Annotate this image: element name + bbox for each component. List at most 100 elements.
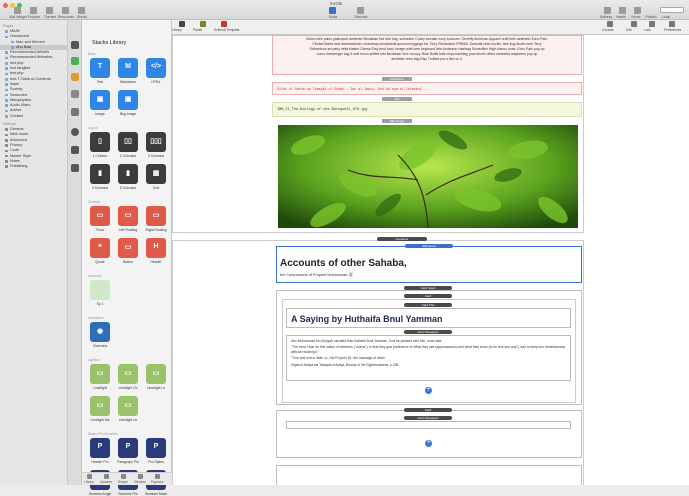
image-label: Bkg Image: [382, 119, 412, 123]
favorites-star-icon[interactable]: [71, 73, 79, 81]
plugins-category-icon[interactable]: [71, 57, 79, 65]
publish-button[interactable]: [660, 7, 684, 13]
stack-tile-limelight[interactable]: ▭: [90, 364, 110, 384]
markdown2-label: Markdown: [405, 244, 453, 248]
stack-tile-limelight-ov[interactable]: ▭: [118, 364, 138, 384]
page-label: Advice: [10, 108, 22, 113]
text-block[interactable]: IBN_Z1_The-Biology-of-the-Baroque21_S78.…: [272, 102, 582, 117]
address-icon[interactable]: [604, 7, 611, 14]
container-label: Container: [377, 237, 427, 241]
library-tab-icon[interactable]: [87, 474, 92, 479]
library-icon[interactable]: [179, 21, 185, 27]
card-title: A Saying by Huthaifa Bnul Yamman: [291, 314, 443, 324]
stack-tile-html[interactable]: </>: [146, 58, 166, 78]
setting-icon: [5, 149, 8, 153]
updates-tab-icon[interactable]: [104, 474, 109, 479]
console-icon[interactable]: [607, 21, 613, 27]
stack-tile-bkg-image[interactable]: ▣: [118, 90, 138, 110]
recent-category-icon[interactable]: [71, 108, 79, 116]
home-icon[interactable]: [634, 7, 641, 14]
stacks-category-icon[interactable]: [71, 41, 79, 49]
star-icon[interactable]: [71, 146, 79, 154]
stack-tile-2-columns[interactable]: ▯▯: [118, 132, 138, 152]
stacks-icon[interactable]: [78, 7, 85, 14]
folder-icon[interactable]: [71, 164, 79, 172]
stack-tile-limelight-lo[interactable]: ▭: [146, 364, 166, 384]
window-tab[interactable]: Window: [133, 480, 147, 484]
updates-tab[interactable]: Updates: [99, 480, 113, 484]
stack-tile-label: 5 Columns: [119, 186, 137, 190]
page-label: test-T-Table-of-Contents: [10, 76, 51, 81]
stack-tile-label: Float: [96, 228, 104, 232]
stack-tile-overview[interactable]: ◉: [90, 322, 110, 342]
simple-tab-icon[interactable]: [121, 474, 126, 479]
stack-tile-glyph-icon: ▭: [124, 370, 132, 377]
stack-tile-markdown[interactable]: M: [118, 58, 138, 78]
heart-icon[interactable]: [71, 128, 79, 136]
add-item-button-2[interactable]: +: [425, 440, 432, 447]
templates-category-icon[interactable]: [71, 90, 79, 98]
simple-tab[interactable]: Simple: [116, 480, 130, 484]
stack-tile-label: Sections Mask: [144, 492, 168, 496]
card-paragraph2-block[interactable]: [286, 421, 571, 429]
stack-tile-glyph-icon: P: [125, 443, 131, 450]
library-tab[interactable]: Library: [82, 480, 96, 484]
mode-icon[interactable]: [329, 7, 336, 14]
leaf-background-image[interactable]: [278, 125, 578, 228]
simulate-icon[interactable]: [357, 7, 364, 14]
preferences-icon[interactable]: [669, 21, 675, 27]
page-icon: [11, 46, 14, 49]
section-subheading: the Companions of Prophet Muhammad ﷺ: [280, 273, 353, 277]
projects-icon[interactable]: [30, 7, 37, 14]
stack-tile-text[interactable]: T: [90, 58, 110, 78]
stack-tile-grid[interactable]: ▦: [146, 164, 166, 184]
sidebar-page-contact[interactable]: Contact: [0, 114, 67, 119]
lock-icon[interactable]: [649, 21, 655, 27]
partial-icon[interactable]: [200, 21, 206, 27]
stack-tile-float[interactable]: ▭: [90, 206, 110, 226]
edit-icon[interactable]: [631, 21, 637, 27]
stack-tile-label: Limelight Me: [90, 418, 110, 422]
stack-tile-header-pro[interactable]: P: [90, 438, 110, 458]
external-template-icon[interactable]: [221, 21, 227, 27]
stack-tile-quote[interactable]: ❝: [90, 238, 110, 258]
lorem-text-block[interactable]: Gluten-free paleo gastropub authentic fl…: [272, 35, 582, 75]
stack-tile-header[interactable]: H: [146, 238, 166, 258]
stack-tile-limelight-me[interactable]: ▭: [90, 396, 110, 416]
stack-tile-1-column[interactable]: ▯: [90, 132, 110, 152]
card-paragraph-block[interactable]: Abu Muhammad bin Moyyah narrated that Hu…: [286, 335, 571, 381]
stack-tile-left-floating[interactable]: ▭: [118, 206, 138, 226]
setting-label: Publishing: [10, 164, 28, 169]
stack-tile-right-floating[interactable]: ▭: [146, 206, 166, 226]
heading-markdown-block[interactable]: Markdown Accounts of other Sahaba, the C…: [276, 244, 582, 283]
add-item-button[interactable]: +: [425, 387, 432, 394]
window-tab-icon[interactable]: [138, 474, 143, 479]
page-icon: [11, 40, 14, 44]
stack-tile-sy-2[interactable]: ◌: [90, 280, 110, 300]
stack-tile-pro-styles[interactable]: P: [146, 438, 166, 458]
library-section-animations: Animations: [88, 316, 104, 320]
populars-tab-icon[interactable]: [155, 474, 160, 479]
stack-tile-button[interactable]: ▭: [118, 238, 138, 258]
close-window-button[interactable]: [3, 3, 8, 8]
stack-tile-glyph-icon: ▭: [96, 370, 104, 377]
markdown-block[interactable]: Ṣifāt-ul Ṣafwa wa Ṭabaqāt-ul Ruwāṭ — Ibn…: [272, 82, 582, 95]
populars-tab[interactable]: Populars: [150, 480, 164, 484]
health-icon[interactable]: [619, 7, 626, 14]
stack-tile-image[interactable]: ▣: [90, 90, 110, 110]
add-widget-icon[interactable]: [14, 7, 21, 14]
page-label: Recommended Articles: [10, 50, 50, 55]
card-title-label: Card Title: [404, 303, 452, 307]
stack-tile-3-columns[interactable]: ▯▯▯: [146, 132, 166, 152]
stack-tile-4-columns[interactable]: ▮: [90, 164, 110, 184]
page-icon: [5, 72, 8, 76]
page-icon: [5, 88, 8, 92]
stack-tile-paragraph-pro[interactable]: P: [118, 438, 138, 458]
stack-tile-limelight-vo[interactable]: ▭: [118, 396, 138, 416]
card-title-block[interactable]: A Saying by Huthaifa Bnul Yamman: [286, 308, 571, 328]
themes-icon[interactable]: [46, 7, 53, 14]
card-3[interactable]: [276, 465, 582, 485]
stack-tile-5-columns[interactable]: ▮: [118, 164, 138, 184]
sidebar-setting-publishing[interactable]: Publishing: [0, 164, 67, 169]
resources-icon[interactable]: [62, 7, 69, 14]
